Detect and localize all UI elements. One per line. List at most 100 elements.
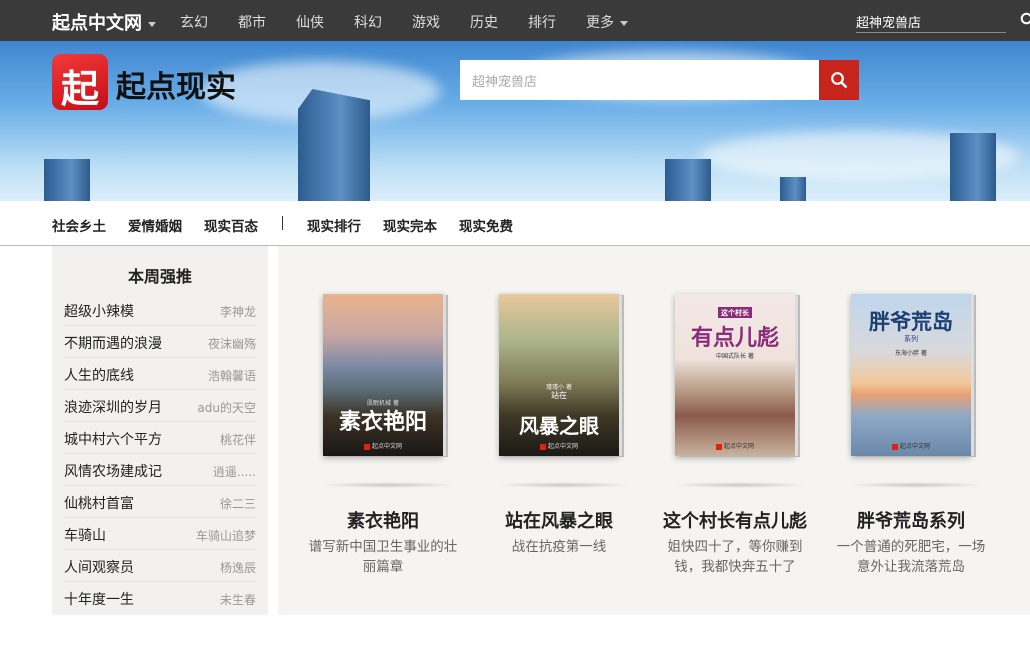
publisher-logo-icon bbox=[891, 443, 898, 450]
publisher-logo-icon bbox=[715, 443, 722, 450]
building-decoration bbox=[950, 133, 996, 201]
cover-author: 中国式队长 著 bbox=[716, 353, 754, 360]
author-name[interactable]: 夜沫幽殇 bbox=[176, 335, 256, 352]
book-title-link[interactable]: 超级小辣模 bbox=[64, 301, 134, 321]
book-description: 姐快四十了，等你赚到钱，我都快奔五十了 bbox=[667, 539, 803, 575]
subnav-rank[interactable]: 现实排行 bbox=[307, 215, 361, 235]
cover-shadow bbox=[318, 482, 458, 488]
subnav-shehui[interactable]: 社会乡土 bbox=[52, 215, 106, 235]
cover-shadow bbox=[846, 482, 986, 488]
author-name[interactable]: 桃花伴 bbox=[176, 431, 256, 448]
book-cover[interactable]: 肌眠机械 著 素衣艳阳 起点中文网 bbox=[323, 294, 443, 456]
subnav-free[interactable]: 现实免费 bbox=[459, 215, 513, 235]
search-button[interactable] bbox=[819, 60, 859, 100]
cover-title: 有点儿彪 bbox=[690, 325, 779, 351]
book-title-link[interactable]: 不期而遇的浪漫 bbox=[64, 333, 162, 353]
channel-logo[interactable]: 起 bbox=[52, 54, 108, 111]
book-title-link[interactable]: 城中村六个平方 bbox=[64, 429, 162, 449]
cover-title: 风暴之眼 bbox=[519, 414, 599, 438]
nav-item-xianxia[interactable]: 仙侠 bbox=[296, 12, 324, 32]
cover-publisher: 起点中文网 bbox=[323, 441, 443, 450]
cover-publisher-label: 起点中文网 bbox=[899, 443, 930, 450]
publisher-logo-icon bbox=[363, 443, 370, 450]
book-card[interactable]: 肌眠机械 著 素衣艳阳 起点中文网 素衣艳阳 谱写新中国卫生事业的壮丽篇章 bbox=[278, 294, 458, 584]
book-title-link[interactable]: 车骑山 bbox=[64, 525, 106, 545]
list-item[interactable]: 人间观察员 杨逸辰 bbox=[64, 550, 256, 582]
search-icon bbox=[831, 72, 848, 89]
building-decoration bbox=[665, 159, 711, 201]
channel-title: 起点现实 bbox=[116, 70, 236, 105]
weekly-recommend-panel: 本周强推 超级小辣模 李神龙 不期而遇的浪漫 夜沫幽殇 人生的底线 浩翰馨语 浪迹深圳… bbox=[52, 246, 268, 615]
cover-publisher: 起点中文网 bbox=[499, 441, 619, 450]
subnav-aiqing[interactable]: 爱情婚姻 bbox=[128, 215, 182, 235]
cover-publisher-label: 起点中文网 bbox=[723, 443, 754, 450]
search-input[interactable]: 超神宠兽店 bbox=[460, 60, 820, 100]
book-cover[interactable]: 这个村长 有点儿彪 中国式队长 著 起点中文网 bbox=[675, 294, 795, 456]
featured-books-panel: 肌眠机械 著 素衣艳阳 起点中文网 素衣艳阳 谱写新中国卫生事业的壮丽篇章 瑾瑾… bbox=[278, 246, 1030, 615]
nav-item-youxi[interactable]: 游戏 bbox=[412, 12, 440, 32]
author-name[interactable]: 浩翰馨语 bbox=[176, 367, 256, 384]
nav-item-xuanhuan[interactable]: 玄幻 bbox=[180, 12, 208, 32]
book-title-link[interactable]: 风情农场建成记 bbox=[64, 461, 162, 481]
channel-subnav: 社会乡土 爱情婚姻 现实百态 现实排行 现实完本 现实免费 bbox=[0, 201, 1030, 246]
site-brand-label: 起点中文网 bbox=[52, 13, 142, 34]
top-search-input[interactable]: 超神宠兽店 bbox=[856, 10, 1006, 33]
book-card[interactable]: 胖爷荒岛 系列 东海小胖 著 起点中文网 胖爷荒岛系列 一个普通的死肥宅，一场意… bbox=[806, 294, 986, 584]
book-title-link[interactable]: 人间观察员 bbox=[64, 557, 134, 577]
book-description: 谱写新中国卫生事业的壮丽篇章 bbox=[308, 539, 458, 575]
site-brand-menu[interactable]: 起点中文网 bbox=[52, 9, 156, 35]
cover-publisher-label: 起点中文网 bbox=[371, 443, 402, 450]
book-title-link[interactable]: 十年度一生 bbox=[64, 589, 134, 609]
cover-shadow bbox=[670, 482, 810, 488]
chevron-down-icon bbox=[620, 20, 628, 26]
book-card[interactable]: 瑾瑾小 著 站在 风暴之眼 起点中文网 站在风暴之眼 战在抗疫第一线 bbox=[454, 294, 634, 584]
book-title-link[interactable]: 浪迹深圳的岁月 bbox=[64, 397, 162, 417]
nav-item-paihang[interactable]: 排行 bbox=[528, 12, 556, 32]
cover-shadow bbox=[494, 482, 634, 488]
subnav-divider bbox=[282, 216, 283, 230]
list-item[interactable]: 浪迹深圳的岁月 adu的天空 bbox=[64, 390, 256, 422]
cover-small-text: 系列 bbox=[904, 335, 918, 343]
nav-item-dushi[interactable]: 都市 bbox=[238, 12, 266, 32]
author-name[interactable]: 李神龙 bbox=[176, 303, 256, 320]
list-item[interactable]: 车骑山 车骑山追梦 bbox=[64, 518, 256, 550]
cover-small-text: 站在 bbox=[551, 391, 567, 400]
nav-item-more-label: 更多 bbox=[586, 15, 614, 31]
publisher-logo-icon bbox=[539, 443, 546, 450]
book-title[interactable]: 胖爷荒岛系列 bbox=[806, 507, 1016, 533]
list-item[interactable]: 不期而遇的浪漫 夜沫幽殇 bbox=[64, 326, 256, 358]
author-name[interactable]: 杨逸辰 bbox=[176, 559, 256, 576]
list-item[interactable]: 城中村六个平方 桃花伴 bbox=[64, 422, 256, 454]
book-cover[interactable]: 胖爷荒岛 系列 东海小胖 著 起点中文网 bbox=[851, 294, 971, 456]
nav-item-lishi[interactable]: 历史 bbox=[470, 12, 498, 32]
subnav-xianshi[interactable]: 现实百态 bbox=[204, 215, 258, 235]
list-item[interactable]: 超级小辣模 李神龙 bbox=[64, 294, 256, 326]
book-cover[interactable]: 瑾瑾小 著 站在 风暴之眼 起点中文网 bbox=[499, 294, 619, 456]
search-icon[interactable] bbox=[1020, 12, 1030, 28]
cover-author: 东海小胖 著 bbox=[895, 350, 927, 357]
panel-title: 本周强推 bbox=[127, 267, 192, 286]
cover-top-text: 这个村长 bbox=[718, 307, 752, 318]
book-card[interactable]: 这个村长 有点儿彪 中国式队长 著 起点中文网 这个村长有点儿彪 姐快四十了，等… bbox=[630, 294, 810, 584]
list-item[interactable]: 风情农场建成记 逍遥..... bbox=[64, 454, 256, 486]
list-item[interactable]: 仙桃村首富 徐二三 bbox=[64, 486, 256, 518]
cover-publisher: 起点中文网 bbox=[675, 441, 795, 450]
subnav-finished[interactable]: 现实完本 bbox=[383, 215, 437, 235]
cover-top-label: 这个村长 bbox=[675, 307, 795, 318]
author-name[interactable]: 未生春 bbox=[176, 591, 256, 608]
list-item[interactable]: 人生的底线 浩翰馨语 bbox=[64, 358, 256, 390]
building-decoration bbox=[298, 89, 370, 201]
book-description: 战在抗疫第一线 bbox=[511, 539, 607, 555]
author-name[interactable]: 车骑山追梦 bbox=[176, 527, 256, 544]
cover-publisher: 起点中文网 bbox=[851, 441, 971, 450]
book-title-link[interactable]: 仙桃村首富 bbox=[64, 493, 134, 513]
author-name[interactable]: adu的天空 bbox=[176, 399, 256, 416]
author-name[interactable]: 逍遥..... bbox=[176, 463, 256, 480]
cover-title: 素衣艳阳 bbox=[338, 409, 427, 435]
top-nav-bar: 起点中文网 玄幻 都市 仙侠 科幻 游戏 历史 排行 更多 超神宠兽店 bbox=[0, 0, 1030, 41]
nav-item-kehuan[interactable]: 科幻 bbox=[354, 12, 382, 32]
author-name[interactable]: 徐二三 bbox=[176, 495, 256, 512]
book-title-link[interactable]: 人生的底线 bbox=[64, 365, 134, 385]
list-item[interactable]: 十年度一生 未生春 bbox=[64, 582, 256, 614]
nav-item-more[interactable]: 更多 bbox=[586, 12, 628, 32]
